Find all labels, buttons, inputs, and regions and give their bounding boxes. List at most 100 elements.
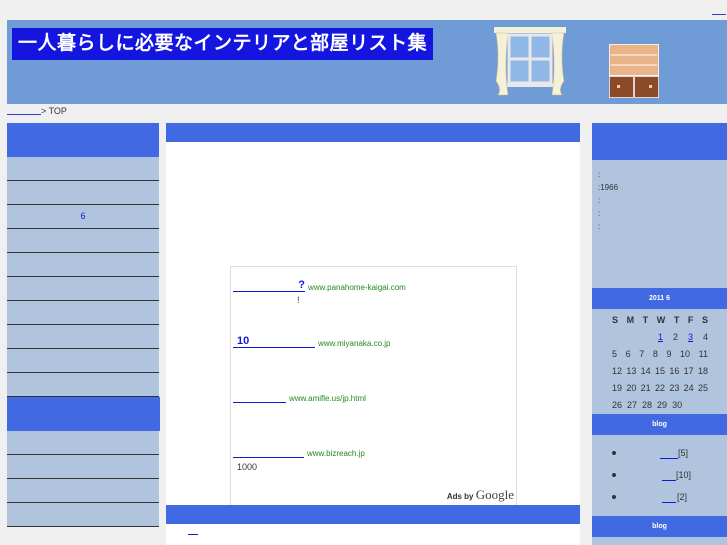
blog-link[interactable] [662,492,676,503]
weekday: T [642,315,649,325]
calendar-day [612,329,648,346]
ad-item: 10 www.miyanaka.co.jp [233,335,390,348]
left-menu-item[interactable]: 6 [7,205,159,229]
calendar-day: 23 [669,383,680,393]
blog-link[interactable] [660,448,678,459]
profile-line: : [598,196,601,205]
calendar-week: 5 6 7 8 9 10 11 [612,346,708,363]
calendar-day: 24 [683,383,694,393]
weekday: F [687,315,694,325]
top-corner-link[interactable] [712,14,726,15]
profile-line: : [598,222,601,231]
left-menu-header-2 [7,397,160,431]
calendar-day: 14 [640,366,651,376]
ad-url[interactable]: www.panahome-kaigai.com [308,283,406,292]
calendar-day-link[interactable]: 3 [688,329,693,346]
ad-text: 1000 [237,462,258,472]
bullet-icon [612,495,616,499]
calendar-week: 26 27 28 29 30 [612,397,708,414]
profile-header [592,123,727,160]
calendar-day: 15 [654,366,665,376]
calendar-day: 17 [683,366,694,376]
ad-block: ? www.panahome-kaigai.com ! 10 www.miyanak… [230,266,517,506]
calendar-day-link[interactable]: 1 [658,329,663,346]
left-menu-item[interactable] [7,373,159,397]
blog-section-title: blog [592,414,727,435]
calendar-day: 18 [697,366,708,376]
calendar-day: 28 [642,400,653,410]
left-menu-item[interactable] [7,455,159,479]
blog-link[interactable] [662,470,676,481]
ad-link[interactable]: ? [233,279,305,292]
ad-url[interactable]: www.bizreach.jp [307,449,365,458]
calendar-title: 2011 6 [592,288,727,309]
left-menu-item[interactable] [7,157,159,181]
left-menu-item[interactable] [7,181,159,205]
calendar-day: 20 [626,383,637,393]
left-sidebar: 6 [7,123,160,527]
weekday: W [656,315,666,325]
ads-by-google[interactable]: Ads by Google [447,487,514,503]
left-menu-item[interactable] [7,325,159,349]
blog-list-item: [2] [612,486,722,508]
blog-list: [5] [10] [2] [612,442,722,508]
calendar-day: 22 [654,383,665,393]
profile-text: : :1966 : : : [592,160,727,241]
profile-line: : [598,170,601,179]
ad-link[interactable]: 10 [233,335,315,348]
calendar-day: 6 [625,349,631,359]
calendar-day: 4 [702,332,708,342]
calendar-day: 27 [627,400,638,410]
calendar-week: 19 20 21 22 23 24 25 [612,380,708,397]
calendar-day: 29 [657,400,668,410]
left-menu-item[interactable] [7,503,159,527]
content-header-bar [166,123,580,142]
left-menu-header [7,123,159,157]
weekday: T [673,315,680,325]
calendar-weekdays: SMTWTFS [612,312,708,329]
ad-link[interactable] [233,391,286,403]
blog-count: [5] [678,448,689,458]
blog-section-title-2: blog [592,516,727,537]
left-menu-item[interactable] [7,479,159,503]
content-link[interactable] [188,534,198,535]
weekday: S [612,315,619,325]
left-menu-item[interactable] [7,277,159,301]
calendar-day: 26 [612,400,623,410]
left-menu-item[interactable] [7,349,159,373]
calendar-day: 2 [672,332,678,342]
breadcrumb-current: > TOP [41,106,67,116]
breadcrumb-home-link[interactable] [7,114,41,115]
calendar-day: 25 [697,383,708,393]
ad-url[interactable]: www.amifle.us/jp.html [289,394,366,403]
profile-line: : [598,209,601,218]
calendar-day: 30 [672,400,683,410]
calendar: SMTWTFS 1234 5 6 7 8 9 10 11 12 13 14 15 16 17 18 19… [612,312,708,414]
bullet-icon [612,451,616,455]
calendar-day: 16 [669,366,680,376]
left-menu-item[interactable] [7,301,159,325]
calendar-day: 5 [612,349,618,359]
google-logo: Google [475,487,514,502]
site-header: 一人暮らしに必要なインテリアと部屋リスト集 [7,20,727,104]
ad-item: www.bizreach.jp 1000 [233,446,365,472]
weekday: S [701,315,708,325]
calendar-day: 11 [698,349,708,359]
calendar-day: 19 [612,383,623,393]
left-menu-item[interactable] [7,229,159,253]
blog-count: [10] [676,470,692,480]
bullet-icon [612,473,616,477]
calendar-day: 13 [626,366,637,376]
ad-url[interactable]: www.miyanaka.co.jp [318,339,390,348]
calendar-day: 9 [666,349,672,359]
left-menu-item[interactable] [7,253,159,277]
ad-link[interactable] [233,446,304,458]
site-title[interactable]: 一人暮らしに必要なインテリアと部屋リスト集 [12,28,434,60]
calendar-week: 12 13 14 15 16 17 18 [612,363,708,380]
calendar-week: 1234 [612,329,708,346]
main-content: ? www.panahome-kaigai.com ! 10 www.miyanak… [166,123,580,545]
weekday: M [626,315,635,325]
calendar-day: 8 [652,349,658,359]
breadcrumb: > TOP [7,106,67,116]
left-menu-item[interactable] [7,431,159,455]
